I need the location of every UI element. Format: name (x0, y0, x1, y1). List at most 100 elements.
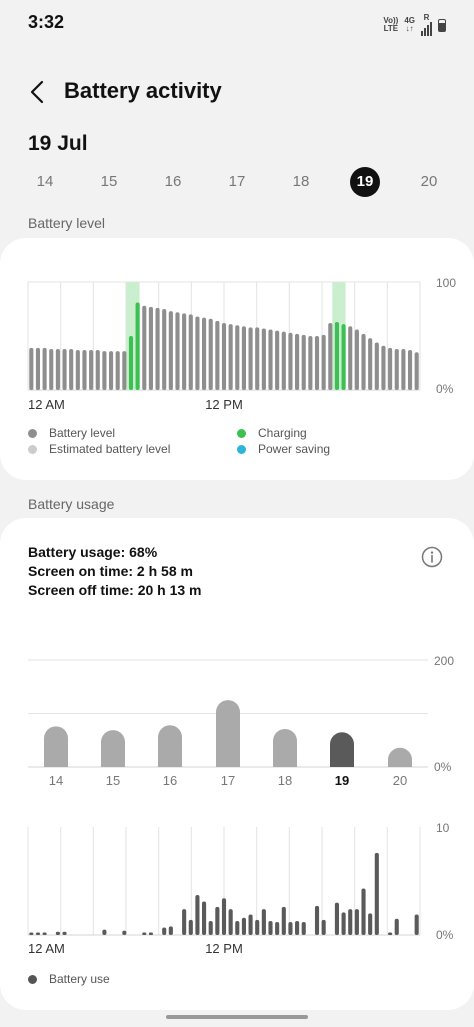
hourly-use-bar (261, 909, 266, 935)
battery-level-bar (275, 330, 280, 390)
day-20[interactable]: 20 (412, 170, 446, 194)
battery-level-bar (328, 323, 333, 390)
battery-level-bar (155, 307, 160, 390)
legend-power-saving: Power saving (237, 442, 330, 456)
status-icons: Vo)) LTE 4G ↓↑ R (383, 14, 446, 36)
hourly-use-bar (368, 913, 373, 935)
info-icon[interactable] (421, 546, 443, 568)
hourly-use-bar (248, 914, 253, 935)
hourly-use-bar (221, 898, 227, 935)
legend-label-estimated: Estimated battery level (49, 442, 171, 456)
battery-level-bar (148, 306, 153, 390)
daily-x-tick-20: 20 (393, 773, 407, 788)
battery-level-bar (354, 329, 359, 390)
status-time: 3:32 (28, 12, 65, 32)
battery-level-bar (175, 312, 180, 390)
hourly-use-bar (168, 926, 173, 935)
battery-level-bar (135, 302, 140, 390)
day-15[interactable]: 15 (92, 170, 126, 194)
battery-level-bar (168, 311, 173, 390)
battery-level-bar (202, 317, 207, 390)
hourly-use-bar (268, 920, 273, 935)
day-14[interactable]: 14 (28, 170, 62, 194)
hourly-use-bar (122, 930, 127, 935)
battery-level-bar (55, 348, 60, 390)
battery-level-bar (128, 336, 134, 390)
day-18[interactable]: 18 (284, 170, 318, 194)
hourly-use-bar (202, 901, 207, 935)
hourly-use-bar (288, 922, 293, 935)
hourly-use-bar (55, 931, 60, 935)
battery-level-bar (314, 336, 320, 390)
hourly-use-bar (182, 909, 187, 935)
hourly-use-chart: 10 0% 12 AM 12 PM (27, 821, 454, 956)
hourly-x-tick-12am: 12 AM (28, 941, 65, 956)
hourly-x-tick-12pm: 12 PM (205, 941, 243, 956)
daily-usage-bar-15 (101, 730, 125, 767)
battery-level-bar (281, 331, 286, 390)
daily-x-tick-17: 17 (221, 773, 235, 788)
battery-level-bar (241, 326, 246, 390)
hourly-use-bar (361, 888, 366, 935)
battery-usage-section-label: Battery usage (28, 496, 115, 512)
volte-icon: Vo)) LTE (383, 17, 398, 33)
hourly-use-bar (341, 912, 346, 935)
legend-dot-power-saving (237, 444, 246, 454)
hourly-use-bar (215, 906, 220, 935)
hourly-use-bar (394, 918, 399, 935)
hourly-use-bar (29, 932, 34, 935)
home-indicator[interactable] (166, 1015, 308, 1019)
battery-level-bar (29, 347, 34, 390)
hourly-use-bar (142, 932, 147, 935)
daily-x-tick-16: 16 (163, 773, 177, 788)
legend-label-charging: Charging (258, 426, 307, 440)
legend-battery-use: Battery use (28, 972, 110, 986)
battery-level-bar (407, 350, 413, 390)
day-19[interactable]: 19 (350, 167, 380, 197)
battery-level-bar (108, 351, 114, 390)
hourly-use-bar (275, 922, 280, 935)
battery-level-bar (334, 321, 340, 390)
daily-x-tick-19: 19 (335, 773, 349, 788)
daily-x-tick-15: 15 (106, 773, 120, 788)
legend-charging: Charging (237, 426, 307, 440)
roaming-label: R (423, 13, 430, 22)
back-arrow-icon[interactable] (26, 78, 54, 106)
battery-level-section-label: Battery level (28, 215, 106, 231)
hourly-use-bar (301, 922, 306, 935)
day-16[interactable]: 16 (156, 170, 190, 194)
battery-level-bar (401, 348, 406, 390)
hourly-use-bar (235, 920, 240, 935)
hourly-use-bar (228, 909, 233, 935)
hourly-y-tick-top: 10 (436, 821, 450, 835)
hourly-use-bar (148, 932, 153, 935)
daily-usage-bar-17 (216, 700, 240, 767)
hourly-use-bar (314, 905, 320, 935)
daily-usage-bar-19 (330, 732, 354, 767)
daily-usage-bar-14 (44, 726, 68, 767)
battery-level-bar (388, 347, 393, 390)
battery-level-bar (374, 342, 379, 390)
battery-level-bar (182, 313, 187, 390)
battery-level-bar (208, 318, 213, 390)
hourly-use-bar (35, 932, 41, 935)
legend-estimated: Estimated battery level (28, 442, 170, 456)
battery-level-bar (295, 333, 300, 390)
hourly-use-bar (281, 906, 286, 935)
battery-level-bar (288, 332, 293, 390)
battery-level-bar (301, 334, 306, 390)
daily-x-tick-14: 14 (49, 773, 63, 788)
legend-battery-level: Battery level (28, 426, 115, 440)
battery-level-bar (228, 324, 233, 390)
daily-x-tick-18: 18 (278, 773, 292, 788)
battery-level-bar (102, 351, 107, 390)
hourly-use-bar (188, 919, 193, 935)
hourly-use-bar (295, 920, 300, 935)
daily-usage-bar-18 (273, 729, 297, 767)
daily-usage-chart: 14 15 16 17 18 19 20 200 0% (28, 654, 454, 788)
day-17[interactable]: 17 (220, 170, 254, 194)
hourly-use-bar (255, 919, 260, 935)
battery-level-bar (95, 350, 100, 390)
battery-level-bar (89, 350, 94, 390)
legend-label-power-saving: Power saving (258, 442, 331, 456)
